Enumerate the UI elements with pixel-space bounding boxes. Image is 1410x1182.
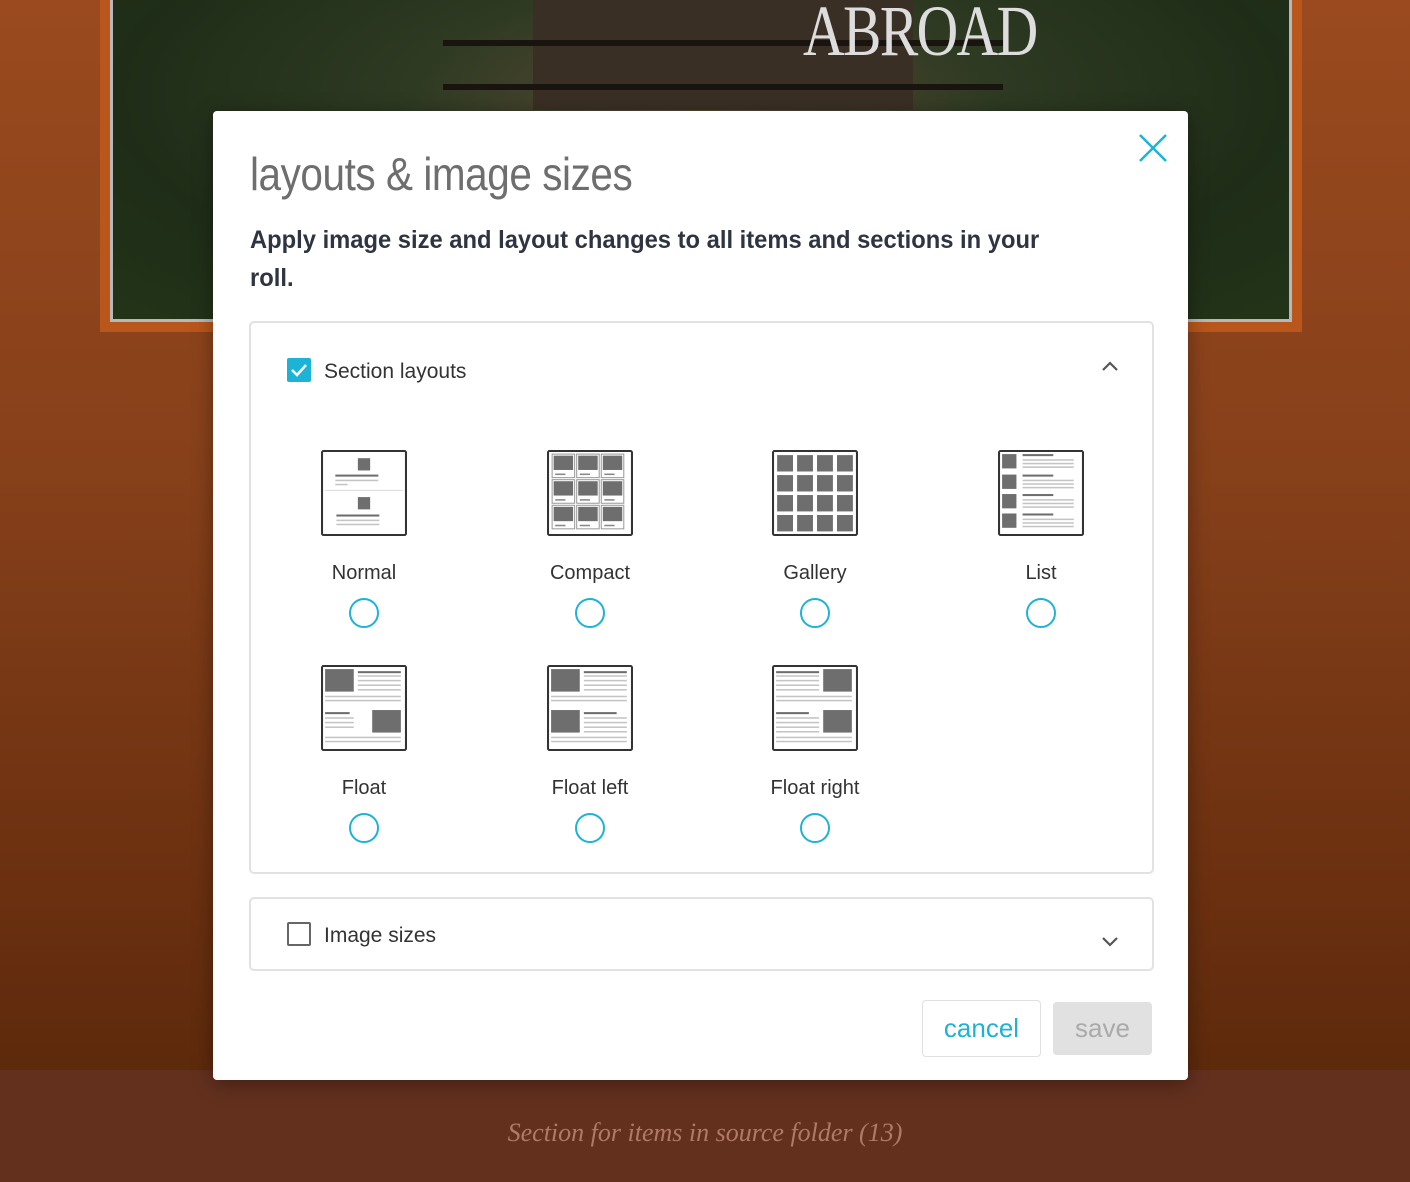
layout-option-label: Gallery — [783, 562, 847, 584]
cover-logo: ABROAD — [803, 0, 1038, 71]
layout-radio-normal[interactable] — [349, 598, 379, 628]
layout-radio-float[interactable] — [349, 813, 379, 843]
float-layout-icon[interactable] — [321, 665, 407, 751]
gallery-layout-icon[interactable] — [772, 450, 858, 536]
layout-option-float-left[interactable]: Float left — [515, 665, 665, 843]
layout-option-label: Compact — [549, 562, 631, 584]
layout-option-compact[interactable]: Compact — [515, 450, 665, 628]
layout-radio-gallery[interactable] — [800, 598, 830, 628]
normal-layout-icon[interactable] — [321, 450, 407, 536]
image-sizes-panel: Image sizes — [249, 897, 1154, 971]
layout-option-label: Normal — [331, 562, 397, 584]
modal-subtitle: Apply image size and layout changes to a… — [250, 226, 1040, 292]
compact-layout-icon[interactable] — [547, 450, 633, 536]
image-sizes-checkbox[interactable] — [287, 922, 311, 946]
chevron-up-icon[interactable] — [1099, 355, 1121, 377]
cancel-button[interactable]: cancel — [922, 1000, 1041, 1057]
checkmark-icon — [291, 364, 307, 377]
layout-option-label: Float — [341, 777, 387, 799]
close-icon[interactable] — [1138, 133, 1168, 163]
save-button: save — [1053, 1002, 1152, 1055]
modal-title: layouts & image sizes — [250, 148, 633, 200]
section-caption: Section for items in source folder (13) — [507, 1118, 903, 1147]
layout-option-label: List — [1025, 562, 1057, 584]
chevron-down-icon[interactable] — [1099, 930, 1121, 952]
layout-option-float[interactable]: Float — [289, 665, 439, 843]
layout-radio-list[interactable] — [1026, 598, 1056, 628]
layout-option-normal[interactable]: Normal — [289, 450, 439, 628]
section-layouts-checkbox[interactable] — [287, 358, 311, 382]
float-left-layout-icon[interactable] — [547, 665, 633, 751]
list-layout-icon[interactable] — [998, 450, 1084, 536]
section-layouts-panel: Section layouts Normal Compact Gallery L… — [249, 321, 1154, 874]
layout-option-label: Float left — [551, 777, 629, 799]
float-right-layout-icon[interactable] — [772, 665, 858, 751]
layout-option-list[interactable]: List — [966, 450, 1116, 628]
layout-radio-float-right[interactable] — [800, 813, 830, 843]
layout-radio-compact[interactable] — [575, 598, 605, 628]
layout-option-label: Float right — [770, 777, 860, 799]
image-sizes-label: Image sizes — [324, 924, 437, 947]
section-layouts-label: Section layouts — [324, 360, 467, 383]
layout-radio-float-left[interactable] — [575, 813, 605, 843]
layout-option-float-right[interactable]: Float right — [740, 665, 890, 843]
layout-option-gallery[interactable]: Gallery — [740, 450, 890, 628]
layouts-modal: layouts & image sizes Apply image size a… — [213, 111, 1188, 1080]
